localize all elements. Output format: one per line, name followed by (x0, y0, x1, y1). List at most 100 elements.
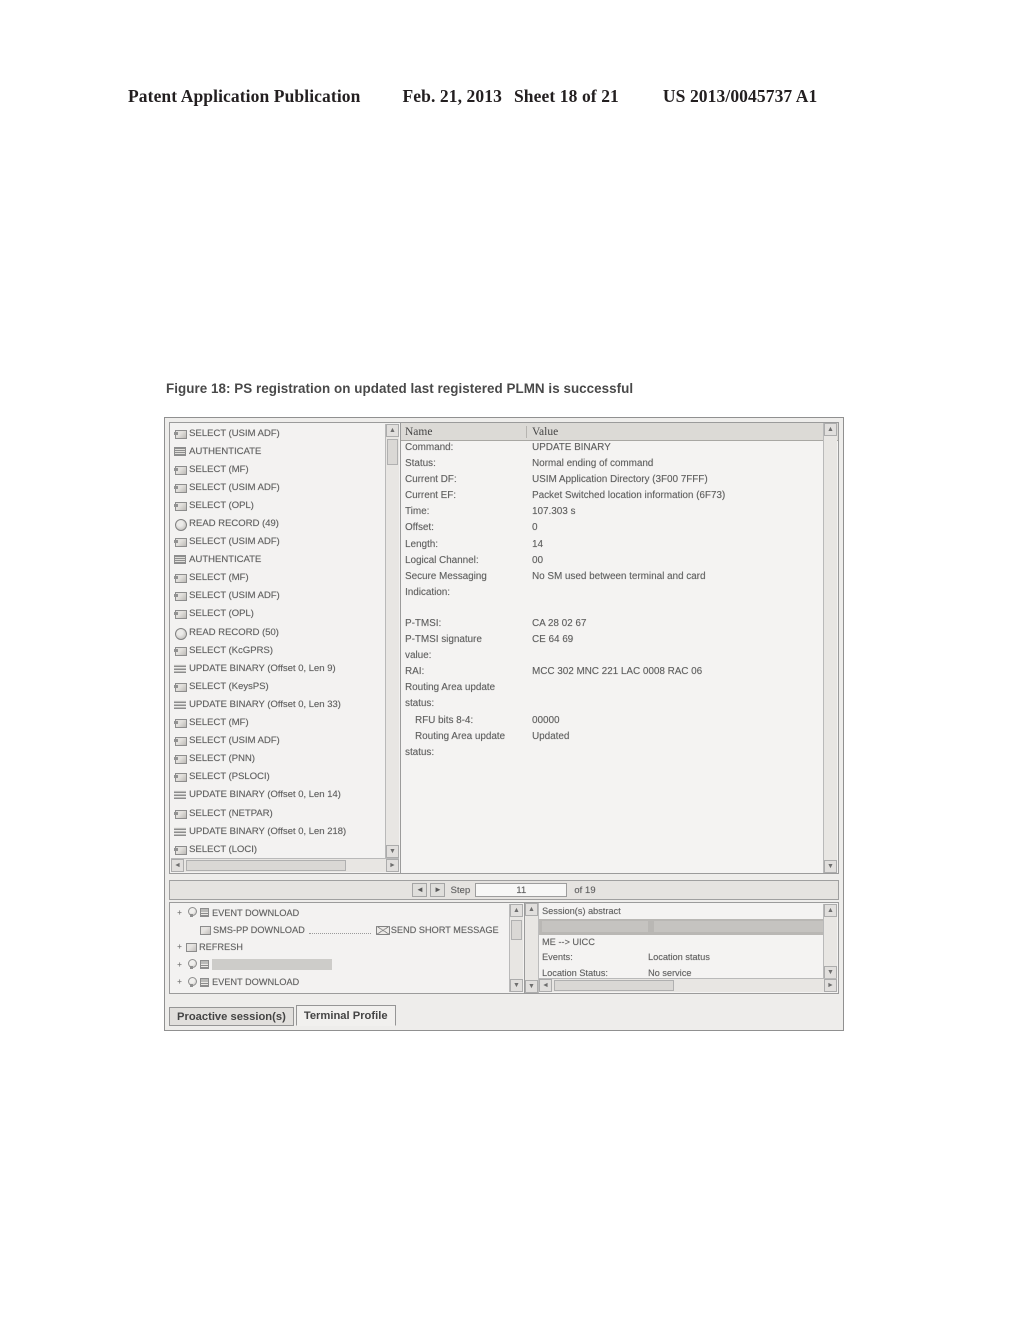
scroll-down-icon[interactable]: ▼ (386, 845, 399, 858)
scroll-thumb[interactable] (511, 920, 522, 940)
scroll-up-icon[interactable]: ▲ (525, 903, 538, 916)
command-tree-item[interactable]: UPDATE BINARY (Offset 0, Len 218) (171, 822, 386, 840)
command-tree-item[interactable]: SELECT (USIM ADF) (171, 587, 386, 605)
command-tree-panel[interactable]: SELECT (USIM ADF) AUTHENTICATE SELECT (MF)… (169, 422, 401, 874)
session-tree-item[interactable]: + (171, 956, 510, 973)
scroll-up-icon[interactable]: ▲ (824, 423, 837, 436)
expander-icon[interactable]: + (175, 960, 184, 969)
scroll-left-icon[interactable]: ◄ (539, 979, 552, 992)
command-tree-item[interactable]: UPDATE BINARY (Offset 0, Len 33) (171, 695, 386, 713)
hscroll-thumb[interactable] (186, 860, 346, 871)
detail-row[interactable]: Secure Messaging No SM used between termi… (401, 569, 825, 585)
step-label: Step (450, 884, 471, 896)
command-tree-item[interactable]: SELECT (OPL) (171, 496, 386, 514)
session-tree-panel[interactable]: + EVENT DOWNLOAD SMS-PP DOWNLOAD SEND SHORT… (169, 902, 525, 994)
detail-row[interactable]: status: (401, 696, 825, 712)
scroll-left-icon[interactable]: ◄ (171, 859, 184, 872)
command-tree-item[interactable]: SELECT (KeysPS) (171, 677, 386, 695)
detail-row[interactable]: Logical Channel: 00 (401, 553, 825, 569)
detail-row[interactable]: P-TMSI: CA 28 02 67 (401, 616, 825, 632)
detail-row[interactable]: Current EF: Packet Switched location info… (401, 488, 825, 504)
detail-row[interactable]: Time: 107.303 s (401, 504, 825, 520)
detail-row[interactable]: Length: 14 (401, 537, 825, 553)
scroll-up-icon[interactable]: ▲ (386, 424, 399, 437)
detail-row[interactable]: P-TMSI signature CE 64 69 (401, 632, 825, 648)
scroll-down-icon[interactable]: ▼ (510, 979, 523, 992)
command-tree-item[interactable]: SELECT (USIM ADF) (171, 732, 386, 750)
expander-icon[interactable] (189, 926, 198, 935)
session-abstract-selected-row[interactable] (539, 919, 824, 935)
command-tree-item[interactable]: SELECT (MF) (171, 460, 386, 478)
scroll-right-icon[interactable]: ► (386, 859, 399, 872)
scroll-down-icon[interactable]: ▼ (525, 980, 538, 993)
session-abstract-row[interactable]: ME --> UICC (539, 935, 824, 950)
detail-vscrollbar[interactable]: ▲ ▼ (823, 423, 837, 873)
command-tree-item[interactable]: SELECT (PNN) (171, 750, 386, 768)
command-tree-item[interactable]: SELECT (NETPAR) (171, 804, 386, 822)
detail-row[interactable]: status: (401, 745, 825, 761)
session-tree-item-label: EVENT DOWNLOAD (212, 977, 300, 988)
command-tree-item[interactable]: READ RECORD (49) (171, 514, 386, 532)
abstract-hscrollbar[interactable]: ◄ ► (539, 978, 837, 992)
session-tree-item[interactable]: + EVENT DOWNLOAD (171, 974, 510, 991)
expander-icon[interactable]: + (175, 978, 184, 987)
command-tree-hscrollbar[interactable]: ◄ ► (171, 858, 399, 872)
bottom-tab-bar: Proactive session(s) Terminal Profile (169, 1004, 396, 1026)
hscroll-thumb[interactable] (554, 980, 674, 991)
session-tree-item[interactable]: + REFRESH (171, 939, 510, 956)
command-tree-item[interactable]: SELECT (OPL) (171, 605, 386, 623)
command-tree-item[interactable]: SELECT (MF) (171, 714, 386, 732)
command-tree-item-label: SELECT (USIM ADF) (189, 427, 280, 439)
scroll-up-icon[interactable]: ▲ (824, 904, 837, 917)
command-tree-item[interactable]: SELECT (KcGPRS) (171, 641, 386, 659)
detail-row[interactable]: Command: UPDATE BINARY (401, 440, 825, 456)
detail-row-name: value: (405, 650, 432, 662)
command-tree-item[interactable]: SELECT (USIM ADF) (171, 533, 386, 551)
command-tree-item[interactable]: SELECT (MF) (171, 569, 386, 587)
abstract-vscrollbar[interactable]: ▲ ▼ (823, 904, 837, 979)
command-tree-item[interactable]: UPDATE BINARY (Offset 0, Len 9) (171, 659, 386, 677)
prev-step-button[interactable]: ◄ (412, 883, 428, 897)
session-abstract-row[interactable]: Events: Location status (539, 950, 824, 965)
command-tree-item[interactable]: UPDATE BINARY (Offset 0, Len 14) (171, 786, 386, 804)
session-tree-item[interactable]: SMS-PP DOWNLOAD SEND SHORT MESSAGE (171, 921, 510, 938)
command-tree-item[interactable]: SELECT (USIM ADF) (171, 424, 386, 442)
session-tree-item[interactable]: + EVENT DOWNLOAD (171, 904, 510, 921)
tab-terminal-profile[interactable]: Terminal Profile (295, 1005, 396, 1026)
detail-row[interactable]: Offset: 0 (401, 520, 825, 536)
scroll-up-icon[interactable]: ▲ (510, 904, 523, 917)
command-tree-item[interactable]: SELECT (PSLOCI) (171, 768, 386, 786)
detail-row[interactable]: RFU bits 8-4: 00000 (401, 713, 825, 729)
expander-icon[interactable]: + (175, 943, 184, 952)
detail-row[interactable]: Indication: (401, 585, 825, 601)
scroll-thumb[interactable] (387, 439, 398, 465)
command-tree-item[interactable]: READ RECORD (50) (171, 623, 386, 641)
command-tree-item[interactable]: AUTHENTICATE (171, 442, 386, 460)
detail-row[interactable]: value: (401, 648, 825, 664)
session-tree-vscrollbar[interactable]: ▲ ▼ (509, 904, 523, 992)
session-abstract-row-value (654, 921, 824, 933)
session-abstract-row[interactable]: Location Status: No service (539, 966, 824, 979)
command-tree-item[interactable]: SELECT (USIM ADF) (171, 478, 386, 496)
command-tree-list[interactable]: SELECT (USIM ADF) AUTHENTICATE SELECT (MF)… (171, 424, 386, 858)
column-header-value[interactable]: Value (527, 426, 838, 438)
detail-row[interactable]: Routing Area update Updated (401, 729, 825, 745)
session-tree-list[interactable]: + EVENT DOWNLOAD SMS-PP DOWNLOAD SEND SHORT… (171, 904, 510, 992)
expander-icon[interactable]: + (175, 908, 184, 917)
command-tree-item[interactable]: AUTHENTICATE (171, 551, 386, 569)
command-tree-item[interactable]: SELECT (LOCI) (171, 840, 386, 858)
command-tree-vscrollbar[interactable]: ▲ ▼ (385, 424, 399, 858)
bulb-icon (186, 976, 197, 988)
scroll-down-icon[interactable]: ▼ (824, 860, 837, 873)
scroll-right-icon[interactable]: ► (824, 979, 837, 992)
tab-proactive-session-s[interactable]: Proactive session(s) (169, 1007, 294, 1026)
update-binary-icon (174, 826, 187, 837)
next-step-button[interactable]: ► (430, 883, 446, 897)
detail-row[interactable]: Status: Normal ending of command (401, 456, 825, 472)
step-input[interactable]: 11 (475, 883, 568, 897)
detail-row[interactable]: Routing Area update (401, 680, 825, 696)
column-header-name[interactable]: Name (401, 425, 527, 438)
detail-row[interactable]: Current DF: USIM Application Directory (3… (401, 472, 825, 488)
detail-row[interactable]: RAI: MCC 302 MNC 221 LAC 0008 RAC 06 (401, 664, 825, 680)
abstract-left-scrollbar[interactable]: ▲ ▼ (525, 903, 539, 993)
